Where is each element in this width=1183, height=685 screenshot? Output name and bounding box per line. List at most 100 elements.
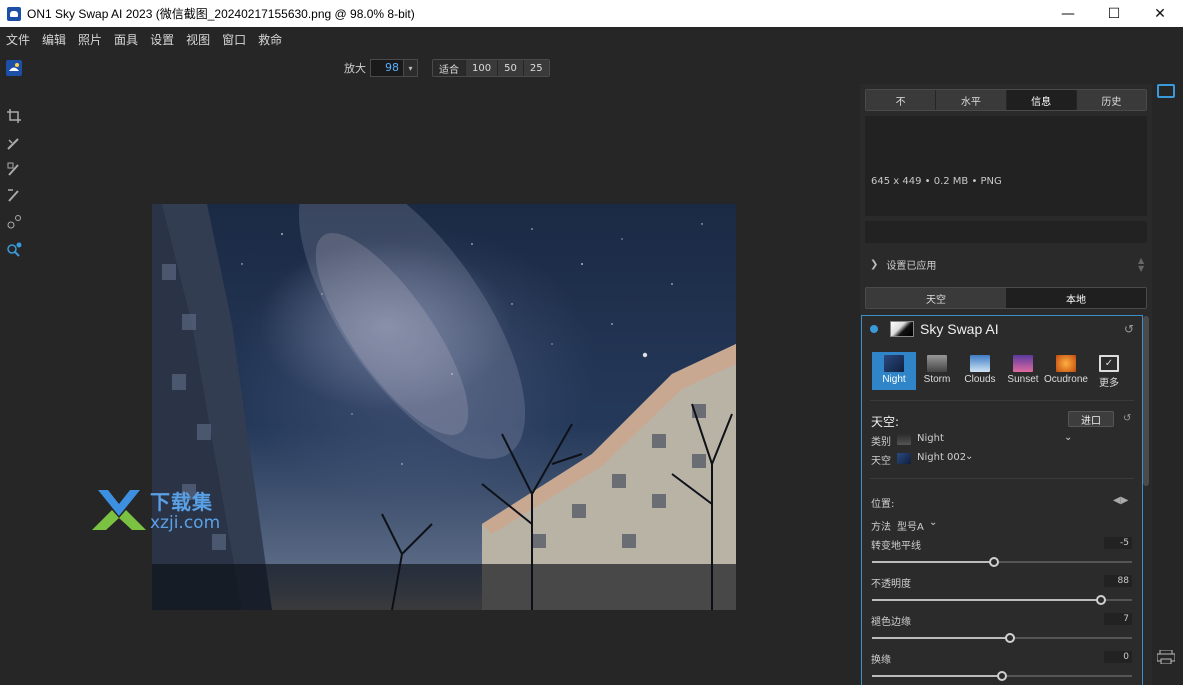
method-label: 方法 — [871, 522, 891, 533]
ocudrone-preset-icon — [1056, 355, 1076, 372]
sky-swap-module: Sky Swap AI ↺ Night Storm Clouds Sunset — [861, 315, 1143, 685]
divider — [870, 478, 1134, 479]
preset-storm[interactable]: Storm — [915, 352, 959, 390]
slider-value[interactable]: 0 — [1104, 651, 1132, 663]
preset-label: Clouds — [964, 374, 996, 385]
brush-tool-icon[interactable] — [4, 133, 24, 153]
photo-preview[interactable] — [152, 204, 736, 610]
tab-info[interactable]: 信息 — [1006, 90, 1077, 110]
slider-knob[interactable] — [989, 557, 1000, 567]
info-box-secondary — [865, 221, 1147, 243]
preset-more[interactable]: ✓ 更多 — [1087, 352, 1131, 390]
preset-sunset[interactable]: Sunset — [1001, 352, 1045, 390]
masking-brush-icon[interactable] — [4, 159, 24, 179]
watermark-cn: 下载集 — [150, 490, 213, 514]
retouch-tool-icon[interactable] — [4, 212, 24, 232]
sky-label: 天空 — [871, 456, 891, 467]
watermark-en: xzji.com — [150, 513, 221, 533]
zoom-50-button[interactable]: 50 — [498, 60, 524, 76]
info-tabs: 不 水平 信息 历史 — [865, 89, 1147, 111]
preset-clouds[interactable]: Clouds — [958, 352, 1002, 390]
zoom-100-button[interactable]: 100 — [466, 60, 499, 76]
minimize-button[interactable]: — — [1045, 0, 1091, 27]
tab-sky[interactable]: 天空 — [866, 288, 1006, 308]
updown-arrows-icon[interactable]: ▲ ▼ — [1138, 257, 1144, 273]
close-button[interactable]: ✕ — [1137, 0, 1183, 27]
category-value[interactable]: Night — [917, 433, 944, 444]
sky-heading: 天空: — [871, 415, 900, 429]
more-preset-icon: ✓ — [1099, 355, 1119, 372]
tab-local[interactable]: 本地 — [1006, 288, 1146, 308]
module-header: Sky Swap AI ↺ — [862, 316, 1142, 342]
zoom-input[interactable]: 98 — [370, 59, 404, 77]
settings-applied-label: 设置已应用 — [886, 261, 937, 272]
zoom-dropdown-chevron-icon[interactable]: ▾ — [404, 59, 418, 77]
preset-label: 更多 — [1099, 378, 1119, 389]
storm-preset-icon — [927, 355, 947, 372]
slider-value[interactable]: -5 — [1104, 537, 1132, 549]
slider-track[interactable] — [872, 557, 1132, 567]
zoom-tool-icon[interactable] — [4, 240, 24, 260]
sky-chevron-down-icon[interactable]: ⌄ — [965, 451, 973, 462]
method-chevron-down-icon[interactable]: ⌄ — [929, 517, 937, 528]
preset-label: Storm — [923, 374, 951, 385]
sky-value[interactable]: Night 002 — [917, 452, 966, 463]
app-icon — [7, 6, 21, 21]
window-title: ON1 Sky Swap AI 2023 (微信截图_2024021715563… — [27, 7, 415, 21]
watermark: 下载集 xzji.com — [92, 486, 220, 533]
slider-knob[interactable] — [1004, 633, 1015, 643]
preset-ocudrone[interactable]: Ocudrone — [1044, 352, 1088, 390]
module-enabled-dot[interactable] — [870, 325, 878, 333]
watermark-logo-icon — [92, 489, 146, 530]
menu-help[interactable]: 救命 — [258, 31, 282, 48]
zoom-25-button[interactable]: 25 — [523, 60, 549, 76]
slider-track[interactable] — [872, 671, 1132, 681]
slider-value[interactable]: 7 — [1104, 613, 1132, 625]
preset-label: Night — [882, 374, 906, 385]
panel-tabs: 天空 本地 — [865, 287, 1147, 309]
chevron-right-icon: ❯ — [870, 259, 879, 270]
settings-applied-row[interactable]: ❯ 设置已应用 — [870, 257, 936, 272]
tab-none[interactable]: 不 — [866, 90, 937, 110]
menu-view[interactable]: 视图 — [186, 31, 210, 48]
reset-icon[interactable]: ↺ — [1124, 322, 1134, 336]
maximize-button[interactable]: ☐ — [1091, 0, 1137, 27]
import-reset-icon[interactable]: ↺ — [1123, 413, 1131, 424]
menu-settings[interactable]: 设置 — [150, 31, 174, 48]
module-title: Sky Swap AI — [920, 321, 999, 337]
zoom-fit-button[interactable]: 适合 — [433, 60, 466, 76]
method-value[interactable]: 型号A — [897, 518, 924, 533]
preset-night[interactable]: Night — [872, 352, 916, 390]
menu-photo[interactable]: 照片 — [78, 31, 102, 48]
right-panel: 不 水平 信息 历史 645 x 449 • 0.2 MB • PNG ❯ 设置… — [860, 84, 1152, 685]
refine-brush-icon[interactable] — [4, 185, 24, 205]
position-arrows-icon[interactable]: ◀▶ — [1113, 495, 1128, 506]
image-browser-icon[interactable] — [1157, 84, 1175, 98]
sky-swap-tool-icon[interactable] — [4, 58, 24, 78]
slider-knob[interactable] — [997, 671, 1007, 681]
panel-scrollbar[interactable] — [1143, 316, 1149, 486]
crop-tool-icon[interactable] — [4, 106, 24, 126]
slider-knob[interactable] — [1095, 595, 1106, 605]
menu-edit[interactable]: 编辑 — [42, 31, 66, 48]
divider — [870, 400, 1134, 401]
menu-mask[interactable]: 面具 — [114, 31, 138, 48]
print-icon[interactable] — [1156, 649, 1176, 665]
slider-label: 转变地平线 — [871, 541, 921, 552]
slider-track[interactable] — [872, 595, 1132, 605]
category-chevron-down-icon[interactable]: ⌄ — [1064, 432, 1072, 443]
tab-levels[interactable]: 水平 — [936, 90, 1007, 110]
menu-window[interactable]: 窗口 — [222, 31, 246, 48]
sky-thumbnail-icon — [897, 453, 911, 464]
preset-label: Ocudrone — [1044, 374, 1088, 385]
slider-value[interactable]: 88 — [1104, 575, 1132, 587]
slider-track[interactable] — [872, 633, 1132, 643]
menu-file[interactable]: 文件 — [6, 31, 30, 48]
info-box: 645 x 449 • 0.2 MB • PNG — [865, 116, 1147, 216]
zoom-bar: 放大 98 ▾ 适合 100 50 25 — [344, 59, 550, 77]
zoom-presets: 适合 100 50 25 — [432, 59, 550, 77]
import-button[interactable]: 进口 — [1068, 411, 1114, 427]
position-heading: 位置: — [871, 499, 895, 510]
slider-label: 褪色边缘 — [871, 617, 911, 628]
tab-history[interactable]: 历史 — [1076, 90, 1146, 110]
